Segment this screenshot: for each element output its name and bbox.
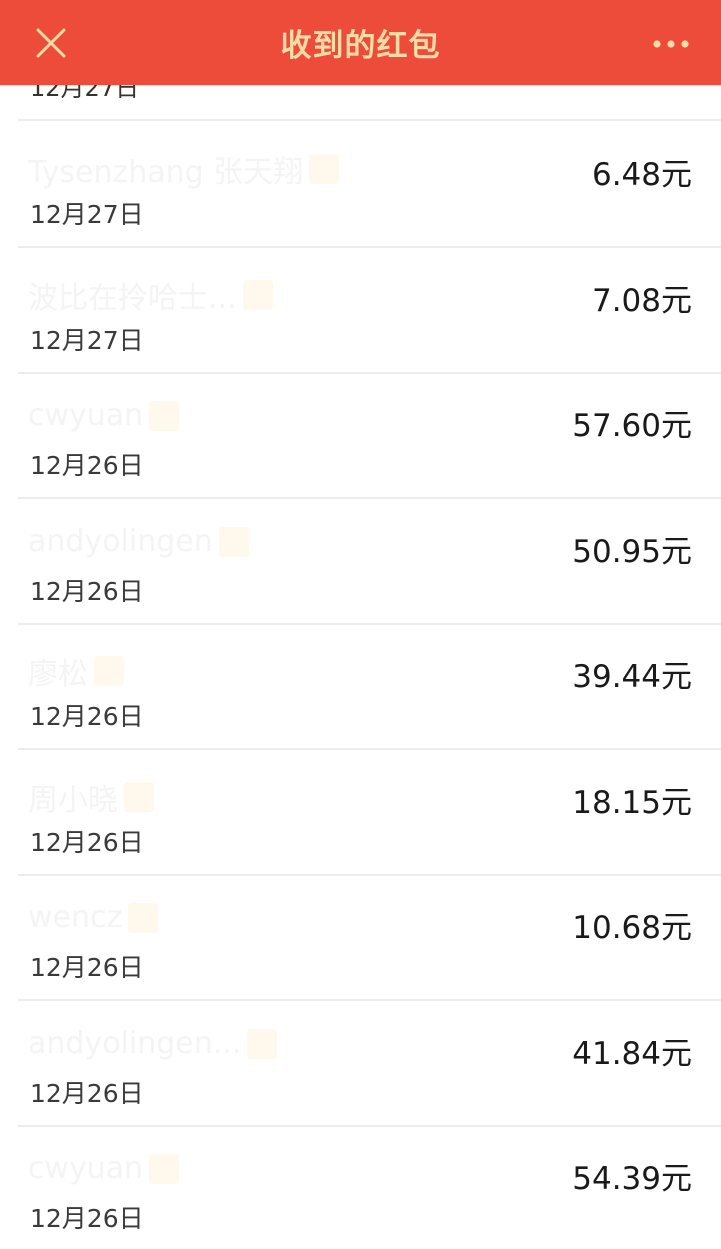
list-item-sender: wencz bbox=[28, 900, 159, 935]
list-item-sender: cwyuan bbox=[28, 398, 180, 433]
list-item[interactable]: andyolingen... 12月26日 41.84元 bbox=[0, 1000, 721, 1125]
list-item-amount: 10.68元 bbox=[572, 910, 692, 946]
sender-badge-icon bbox=[247, 1028, 278, 1059]
sender-badge-icon bbox=[94, 656, 124, 686]
navigation-bar: 收到的红包 bbox=[0, 0, 721, 85]
sender-badge-icon bbox=[128, 902, 159, 933]
list-item[interactable]: Tysenzhang 张天翔 12月27日 6.48元 bbox=[0, 121, 721, 246]
list-item[interactable]: andyolingen 12月26日 50.95元 bbox=[0, 498, 721, 623]
list-item-amount: 6.48元 bbox=[591, 157, 692, 193]
list-item-sender: 廖松 bbox=[28, 649, 124, 693]
more-icon bbox=[653, 40, 689, 48]
list-item-date: 12月27日 bbox=[30, 200, 144, 229]
list-item-date: 12月26日 bbox=[30, 1204, 144, 1233]
list-item-date: 12月26日 bbox=[30, 577, 144, 606]
list-item-amount: 41.84元 bbox=[572, 1036, 692, 1072]
list-item-amount: 18.15元 bbox=[572, 785, 692, 821]
list-item-amount: 50.95元 bbox=[572, 534, 692, 570]
list-item[interactable]: cwyuan 12月26日 54.39元 bbox=[0, 1125, 721, 1249]
list-item-amount: 39.44元 bbox=[572, 659, 692, 695]
list-item[interactable]: 波比在拎哈士... 12月27日 7.08元 bbox=[0, 247, 721, 372]
sender-name: Tysenzhang 张天翔 bbox=[28, 155, 304, 190]
list-item-date: 12月26日 bbox=[30, 828, 144, 857]
screen: 12月27日 Tysenzhang 张天翔 12月27日 6.48元波比在拎哈士..… bbox=[0, 0, 721, 1249]
sender-name: 周小晓 bbox=[28, 783, 118, 818]
list-item-date: 12月26日 bbox=[30, 953, 144, 982]
more-button[interactable] bbox=[649, 22, 693, 66]
sender-name: wencz bbox=[28, 900, 123, 935]
list-item-sender: andyolingen... bbox=[28, 1026, 278, 1061]
list-item-amount: 57.60元 bbox=[572, 408, 692, 444]
list-item-sender: andyolingen bbox=[28, 524, 249, 559]
sender-badge-icon bbox=[309, 154, 340, 184]
list-item-date: 12月26日 bbox=[30, 451, 144, 480]
close-icon bbox=[36, 28, 66, 58]
sender-name: 波比在拎哈士... bbox=[28, 281, 237, 316]
list-item-date: 12月26日 bbox=[30, 1079, 144, 1108]
sender-badge-icon bbox=[218, 526, 249, 557]
page-title: 收到的红包 bbox=[280, 28, 441, 64]
list-item-sender: 周小晓 bbox=[28, 775, 154, 819]
list-item-sender: Tysenzhang 张天翔 bbox=[28, 147, 340, 191]
list-item-date: 12月27日 bbox=[30, 326, 144, 355]
sender-name: andyolingen... bbox=[28, 1026, 242, 1061]
sender-name: cwyuan bbox=[28, 1151, 144, 1186]
sender-name: 廖松 bbox=[28, 657, 88, 692]
sender-name: andyolingen bbox=[28, 524, 213, 559]
sender-badge-icon bbox=[242, 280, 273, 310]
list-item[interactable]: 廖松 12月26日 39.44元 bbox=[0, 623, 721, 748]
close-button[interactable] bbox=[28, 20, 74, 66]
list-item-amount: 54.39元 bbox=[572, 1161, 692, 1197]
list-item-amount: 7.08元 bbox=[591, 283, 692, 319]
list-item-date: 12月26日 bbox=[30, 702, 144, 731]
sender-badge-icon bbox=[124, 782, 154, 812]
list-item[interactable]: cwyuan 12月26日 57.60元 bbox=[0, 372, 721, 497]
sender-badge-icon bbox=[149, 1153, 180, 1184]
sender-name: cwyuan bbox=[28, 398, 144, 433]
list-item[interactable]: 周小晓 12月26日 18.15元 bbox=[0, 749, 721, 874]
list-item[interactable]: wencz 12月26日 10.68元 bbox=[0, 874, 721, 999]
sender-badge-icon bbox=[149, 400, 180, 431]
list-item-sender: 波比在拎哈士... bbox=[28, 273, 273, 317]
list-item-sender: cwyuan bbox=[28, 1151, 180, 1186]
